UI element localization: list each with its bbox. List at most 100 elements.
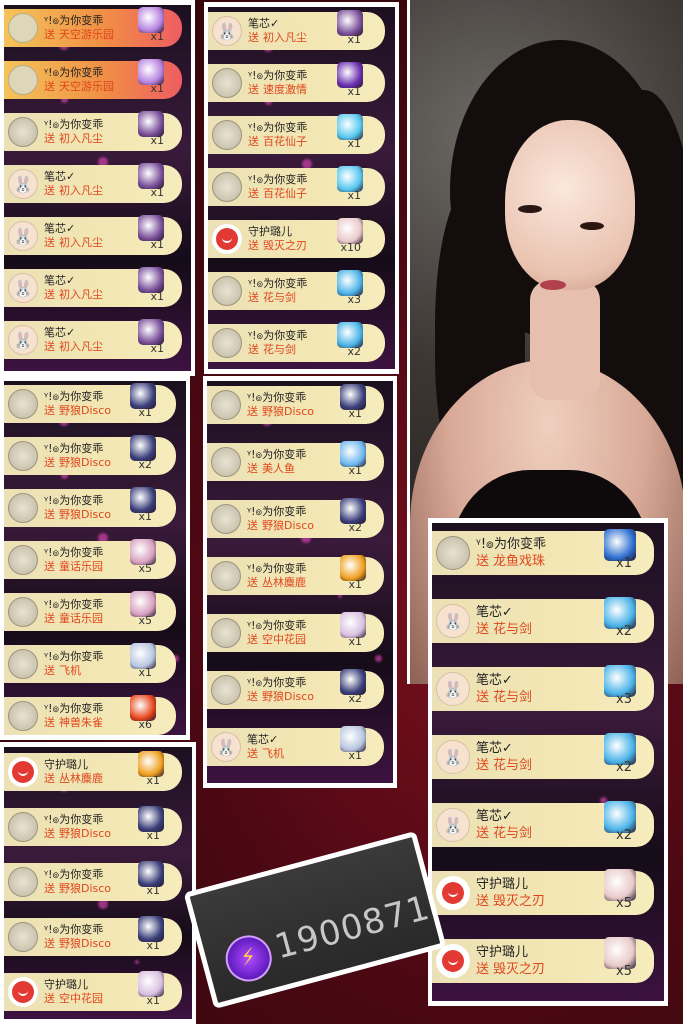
- gift-title: 花与剑: [263, 343, 296, 356]
- gift-name: 送毁灭之刃: [476, 893, 545, 910]
- gift-name: 送野狼Disco: [247, 690, 314, 704]
- gift-panel-4: ᵞ!๏为你变乖送野狼Disco x1 ᵞ!๏为你变乖送美人鱼 x1 ᵞ!๏为你变乖送野狼…: [203, 376, 397, 788]
- give-label: 送: [44, 827, 55, 840]
- bunny-avatar-icon: 🐰: [8, 273, 38, 303]
- sender-name: 笔芯✓: [44, 326, 76, 339]
- sender-name: 守护璐儿: [476, 945, 529, 960]
- sender-name: 守护璐儿: [476, 877, 529, 892]
- give-label: 送: [44, 508, 55, 521]
- gift-title: 空中花园: [59, 992, 103, 1005]
- gift-title: 花与剑: [493, 690, 533, 705]
- gift-record-row: ᵞ!๏为你变乖送空中花园 x1: [207, 612, 384, 652]
- bunny-avatar-icon: 🐰: [8, 325, 38, 355]
- sender-name: ᵞ!๏为你变乖: [476, 537, 546, 552]
- bunny-avatar-icon: 🐰: [212, 16, 242, 46]
- seal-avatar-icon: [8, 493, 38, 523]
- sender-name: ᵞ!๏为你变乖: [44, 66, 104, 79]
- gift-quantity: x1: [616, 556, 632, 571]
- gift-quantity: x5: [616, 964, 632, 979]
- gift-record-row: ᵞ!๏为你变乖送飞机 x1: [4, 643, 176, 683]
- bunny-avatar-icon: 🐰: [436, 740, 470, 774]
- sender-name: ᵞ!๏为你变乖: [44, 868, 104, 881]
- seal-avatar-icon: [211, 504, 241, 534]
- gift-name: 送野狼Disco: [44, 937, 111, 951]
- gift-record-row: ᵞ!๏为你变乖送龙鱼戏珠 x1: [432, 529, 654, 575]
- gift-title: 初入凡尘: [263, 31, 307, 44]
- give-label: 送: [44, 992, 55, 1005]
- gift-quantity: x1: [150, 82, 164, 95]
- coin-balance-value: 1900871: [270, 887, 435, 968]
- give-label: 送: [248, 291, 259, 304]
- gift-name: 送百花仙子: [248, 187, 307, 201]
- gift-title: 花与剑: [493, 622, 533, 637]
- gift-record-row: 🐰 笔芯✓ 送初入凡尘 x1: [4, 215, 182, 255]
- gift-title: 毁灭之刃: [263, 239, 307, 252]
- red-face-avatar-icon: [212, 224, 242, 254]
- sparkle-decoration: [375, 655, 382, 662]
- lightning-coin-icon: ⚡: [220, 930, 277, 987]
- give-label: 送: [44, 340, 55, 353]
- gift-quantity: x2: [347, 345, 361, 358]
- give-label: 送: [44, 28, 55, 41]
- bunny-avatar-icon: 🐰: [436, 672, 470, 706]
- sender-name: 笔芯✓: [44, 170, 76, 183]
- sender-name: 笔芯✓: [247, 733, 279, 746]
- gift-panel-6: ᵞ!๏为你变乖送龙鱼戏珠 x1 🐰 笔芯✓ 送花与剑 x2 🐰 笔芯✓ 送花与剑 x3 🐰 笔芯✓ 送花…: [428, 518, 668, 1006]
- gift-quantity: x2: [348, 692, 362, 705]
- gift-title: 美人鱼: [262, 462, 295, 475]
- give-label: 送: [247, 690, 258, 703]
- seal-avatar-icon: ♛: [8, 65, 38, 95]
- seal-avatar-icon: [8, 441, 38, 471]
- sender-name: ᵞ!๏为你变乖: [247, 505, 307, 518]
- sender-name: 守护璐儿: [44, 978, 88, 991]
- give-label: 送: [247, 576, 258, 589]
- gift-record-row: 守护璐儿送空中花园 x1: [4, 971, 182, 1011]
- gift-quantity: x2: [348, 521, 362, 534]
- gift-record-row: 🐰 笔芯✓ 送花与剑 x2: [432, 801, 654, 847]
- seal-avatar-icon: [436, 536, 470, 570]
- gift-name: 送飞机: [44, 664, 103, 678]
- crown-icon: ♛: [9, 66, 18, 70]
- sender-name: ᵞ!๏为你变乖: [248, 329, 308, 342]
- gift-title: 童话乐园: [59, 612, 103, 625]
- gift-panel-2: 🐰 笔芯✓ 送初入凡尘 x1 ᵞ!๏为你变乖送速度激情 x1 ᵞ!๏为你变乖送百花仙子 x1 ᵞ…: [204, 2, 399, 374]
- gift-quantity: x1: [348, 578, 362, 591]
- give-label: 送: [44, 80, 55, 93]
- give-label: 送: [44, 132, 55, 145]
- bunny-avatar-icon: 🐰: [211, 732, 241, 762]
- gift-quantity: x1: [348, 407, 362, 420]
- gift-name: 送童话乐园: [44, 560, 103, 574]
- gift-name: 送野狼Disco: [247, 405, 314, 419]
- gift-title: 天空游乐园: [59, 28, 114, 41]
- seal-avatar-icon: [212, 120, 242, 150]
- give-label: 送: [44, 236, 55, 249]
- seal-avatar-icon: [211, 447, 241, 477]
- gift-record-row: ᵞ!๏为你变乖送野狼Disco x1: [4, 487, 176, 527]
- gift-record-row: 守护璐儿送毁灭之刃 x5: [432, 869, 654, 915]
- give-label: 送: [476, 826, 490, 841]
- seal-avatar-icon: [212, 328, 242, 358]
- gift-record-row: ♛ ᵞ!๏为你变乖送天空游乐园 x1: [4, 7, 182, 47]
- gift-title: 丛林麋鹿: [59, 772, 103, 785]
- gift-name: 送毁灭之刃: [476, 961, 545, 978]
- gift-title: 野狼Disco: [59, 404, 112, 417]
- gift-title: 野狼Disco: [59, 882, 112, 895]
- gift-quantity: x1: [348, 464, 362, 477]
- bunny-avatar-icon: 🐰: [436, 808, 470, 842]
- gift-record-row: ᵞ!๏为你变乖送百花仙子 x1: [208, 166, 385, 206]
- gift-name: 送速度激情: [248, 83, 307, 97]
- gift-quantity: x5: [138, 562, 152, 575]
- gift-name: 送天空游乐园: [44, 80, 114, 94]
- gift-name: 送初入凡尘: [44, 340, 103, 354]
- gift-title: 野狼Disco: [59, 456, 112, 469]
- gift-quantity: x2: [616, 624, 632, 639]
- sender-name: ᵞ!๏为你变乖: [44, 390, 104, 403]
- seal-avatar-icon: [212, 276, 242, 306]
- bunny-avatar-icon: 🐰: [8, 221, 38, 251]
- gift-quantity: x1: [146, 884, 160, 897]
- gift-title: 丛林麋鹿: [262, 576, 306, 589]
- gift-name: 送初入凡尘: [44, 132, 103, 146]
- gift-record-row: ᵞ!๏为你变乖送野狼Disco x1: [4, 383, 176, 423]
- seal-avatar-icon: [8, 812, 38, 842]
- gift-title: 初入凡尘: [59, 288, 103, 301]
